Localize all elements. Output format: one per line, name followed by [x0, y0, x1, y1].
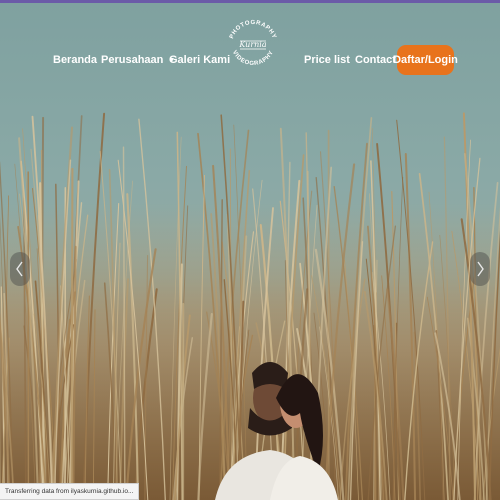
logo-top-text: PHOTOGRAPHY [229, 20, 276, 40]
logo-script-text: Kurnia [238, 40, 266, 49]
nav-item-perusahaan[interactable]: Perusahaan ▼ [101, 54, 175, 66]
svg-text:VIDEOGRAPHY: VIDEOGRAPHY [231, 50, 275, 67]
chevron-left-icon [16, 261, 23, 277]
nav-item-galeri-kami[interactable]: Galeri Kami [169, 54, 230, 66]
nav-item-label: Galeri Kami [169, 54, 231, 66]
logo-bottom-text: VIDEOGRAPHY [231, 50, 275, 67]
logo-emblem: PHOTOGRAPHY VIDEOGRAPHY Kurnia [229, 20, 277, 67]
login-button-label: Daftar/Login [393, 54, 458, 66]
main-navbar: Beranda Perusahaan ▼ Galeri Kami PHOTOGRA… [0, 3, 500, 98]
nav-item-label: Perusahaan [101, 54, 164, 66]
nav-item-contact[interactable]: Contact [355, 54, 396, 66]
nav-item-label: Contact [355, 54, 396, 66]
browser-status-bar: Transferring data from ilyaskurnia.githu… [0, 483, 140, 500]
slider-prev-button[interactable] [10, 252, 30, 286]
hero-slider: Beranda Perusahaan ▼ Galeri Kami PHOTOGRA… [0, 3, 500, 500]
nav-item-price-list[interactable]: Price list [304, 54, 350, 66]
brand-logo[interactable]: PHOTOGRAPHY VIDEOGRAPHY Kurnia [224, 15, 282, 73]
nav-item-label: Price list [304, 54, 350, 66]
chevron-right-icon [477, 261, 484, 277]
nav-item-beranda[interactable]: Beranda [53, 54, 97, 66]
login-button[interactable]: Daftar/Login [393, 45, 458, 75]
svg-text:PHOTOGRAPHY: PHOTOGRAPHY [229, 20, 277, 40]
nav-item-label: Beranda [53, 54, 98, 66]
status-text: Transferring data from ilyaskurnia.githu… [5, 488, 134, 495]
slider-next-button[interactable] [470, 252, 490, 286]
